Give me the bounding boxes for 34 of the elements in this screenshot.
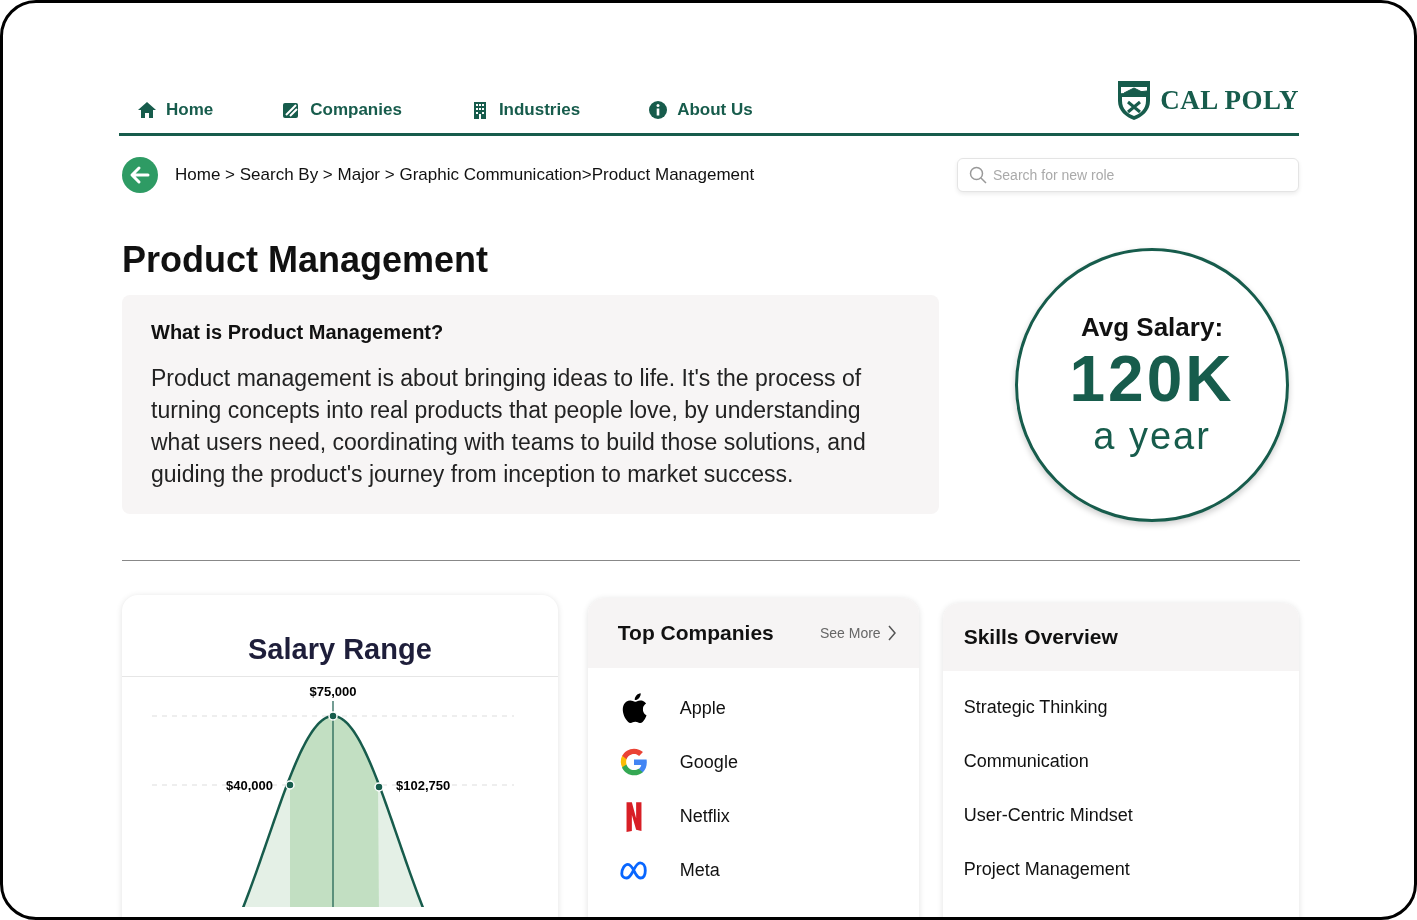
back-button[interactable]	[122, 157, 158, 193]
card-title: Top Companies	[617, 621, 774, 645]
low-salary-label: $40,000	[226, 778, 273, 793]
nav-link[interactable]: Companies	[281, 98, 402, 124]
home-icon	[137, 100, 157, 120]
see-more-link[interactable]: See More	[819, 625, 897, 641]
chevron-right-icon	[887, 625, 896, 641]
search-field[interactable]: Search for new role	[957, 158, 1299, 192]
shield-crest-icon	[1116, 79, 1153, 121]
peak-salary-label: $75,000	[309, 684, 357, 699]
nav-link[interactable]: About Us	[648, 98, 753, 124]
salary-amount: 120K	[1069, 343, 1235, 415]
description-heading: What is Product Management?	[151, 321, 445, 344]
company-name[interactable]: Apple	[679, 697, 726, 719]
skill-item: Strategic Thinking	[962, 695, 1109, 719]
salary-label: Avg Salary:	[1080, 312, 1224, 343]
search-icon	[969, 166, 987, 184]
nav-link[interactable]: Industries	[469, 98, 581, 124]
company-name[interactable]: Meta	[679, 859, 720, 881]
card-title: Skills Overview	[963, 625, 1118, 649]
description-text: Product management is about bringing ideas to life. It's the process of turning concepts into real products that people love, by understanding what users need, coordinating with teams to build those solutions, and guiding the product's journey from inception to market success.	[151, 364, 867, 489]
breadcrumb: Home > Search By > Major > Graphic Communication>Product Management	[175, 165, 755, 185]
logo-wordmark: CAL POLY	[1160, 84, 1299, 116]
nav-link[interactable]: Home	[137, 98, 214, 124]
salary-period: a year	[1093, 415, 1211, 458]
card-title: Salary Range	[248, 633, 432, 665]
company-name[interactable]: Netflix	[679, 805, 730, 827]
skill-item: User-Centric Mindset	[962, 803, 1134, 827]
skill-item: Project Management	[962, 857, 1131, 881]
high-salary-label: $102,750	[396, 778, 451, 793]
page-title: Product Management	[122, 239, 490, 281]
skill-item: Communication	[962, 749, 1090, 773]
company-name[interactable]: Google	[679, 751, 738, 773]
info-icon	[648, 100, 669, 120]
